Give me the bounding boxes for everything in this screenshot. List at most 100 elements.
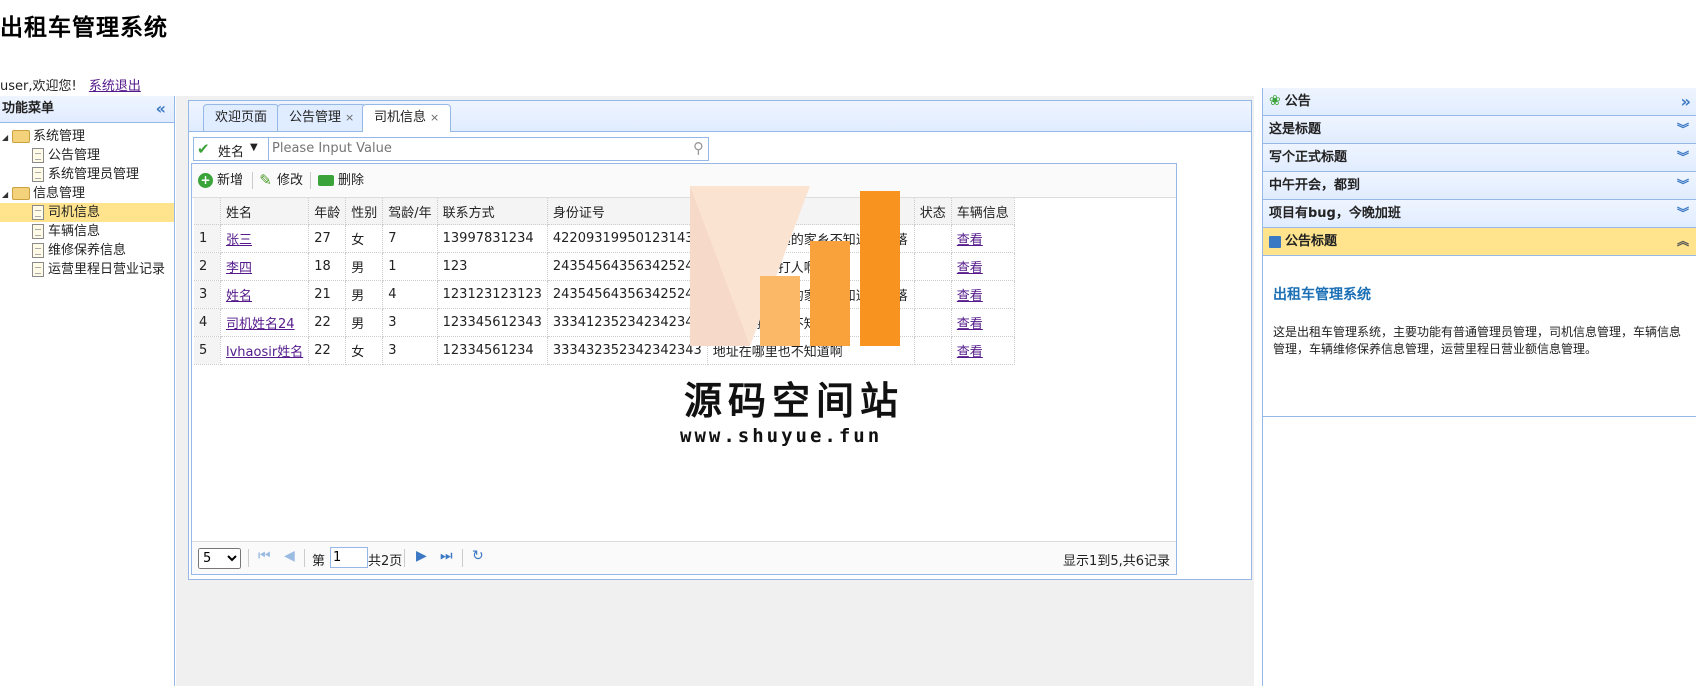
- file-icon: [32, 224, 44, 239]
- expand-icon[interactable]: ︾: [1677, 200, 1689, 227]
- table-header-row: 姓名 年龄 性别 驾龄/年 联系方式 身份证号 详细住址 状态 车辆信息: [194, 198, 1015, 225]
- search-box: ✔ 姓名 ▼ ⚲: [193, 137, 709, 161]
- app-title: 出租车管理系统: [0, 15, 168, 41]
- col-gender[interactable]: 性别: [345, 198, 384, 225]
- folder-icon: [12, 130, 30, 143]
- delete-button[interactable]: 删除: [318, 164, 364, 197]
- expand-icon[interactable]: ︾: [1677, 144, 1689, 171]
- menu-item-maintenance[interactable]: 维修保养信息: [0, 241, 174, 260]
- prev-page-icon[interactable]: ◀: [284, 548, 295, 564]
- file-icon: [32, 262, 44, 277]
- delete-icon: [318, 175, 334, 186]
- add-icon: +: [198, 173, 213, 188]
- page-prefix: 第: [312, 554, 326, 569]
- page-number-input[interactable]: [330, 547, 368, 568]
- table-row[interactable]: 1 张三 27 女 7 13997831234 4220931995012314…: [194, 224, 1015, 253]
- expanded-triangle-icon[interactable]: ◢: [2, 185, 12, 204]
- edit-button[interactable]: ✎ 修改: [258, 164, 303, 197]
- file-icon: [32, 148, 44, 163]
- data-table: 姓名 年龄 性别 驾龄/年 联系方式 身份证号 详细住址 状态 车辆信息 1 张: [194, 198, 1015, 365]
- view-vehicle-link[interactable]: 查看: [957, 345, 983, 360]
- col-years[interactable]: 驾龄/年: [382, 198, 438, 225]
- view-vehicle-link[interactable]: 查看: [957, 233, 983, 248]
- notice-content: 出租车管理系统 这是出租车管理系统，主要功能有普通管理员管理，司机信息管理，车辆…: [1263, 256, 1696, 417]
- menu-tree: ◢ 系统管理 公告管理 系统管理员管理 ◢ 信息管理 司机信息 车辆信息 维修保养信…: [0, 123, 174, 279]
- table-row[interactable]: 2 李四 18 男 1 123 243545643563425242 就很难受的…: [194, 252, 1015, 281]
- col-status[interactable]: 状态: [914, 198, 952, 225]
- collapse-left-icon[interactable]: «: [156, 96, 166, 122]
- tabs-container: 欢迎页面 公告管理× 司机信息× ✔ 姓名 ▼ ⚲ +新增 ✎修改 删除: [188, 100, 1252, 580]
- col-name[interactable]: 姓名: [220, 198, 310, 225]
- driver-datagrid: + 新增 ✎ 修改 删除 姓名 年龄 性别 驾龄/年 联系方式 身份证号 详细住…: [191, 163, 1177, 575]
- driver-name-link[interactable]: 张三: [226, 233, 252, 248]
- first-page-icon[interactable]: ⏮: [258, 548, 271, 564]
- page-size-select[interactable]: 5: [198, 548, 241, 569]
- watermark-url: www.shuyue.fun: [680, 425, 883, 447]
- next-page-icon[interactable]: ▶: [416, 548, 427, 564]
- search-icon[interactable]: ⚲: [693, 139, 704, 157]
- tabs-bar: 欢迎页面 公告管理 × 司机信息 ×: [189, 101, 1251, 132]
- col-age[interactable]: 年龄: [308, 198, 347, 225]
- close-icon[interactable]: ×: [345, 111, 354, 124]
- notice-panel: ❀ 公告 » 这是标题 ︾ 写个正式标题 ︾ 中午开会，都到 ︾ 项目有bug，今晚加班…: [1262, 88, 1696, 686]
- menu-item-vehicle[interactable]: 车辆信息: [0, 222, 174, 241]
- pencil-icon: ✎: [259, 171, 272, 189]
- close-icon[interactable]: ×: [430, 111, 439, 124]
- col-vehicle[interactable]: 车辆信息: [951, 198, 1015, 225]
- user-bar: user,欢迎您! 系统退出: [0, 75, 141, 94]
- view-vehicle-link[interactable]: 查看: [957, 261, 983, 276]
- add-button[interactable]: + 新增: [198, 164, 243, 197]
- file-icon: [32, 243, 44, 258]
- last-page-icon[interactable]: ⏭: [440, 548, 453, 564]
- notice-item[interactable]: 写个正式标题 ︾: [1263, 144, 1696, 172]
- function-menu: 功能菜单 « ◢ 系统管理 公告管理 系统管理员管理 ◢ 信息管理 司机信息 车辆信…: [0, 96, 175, 686]
- search-input[interactable]: [272, 139, 672, 157]
- driver-name-link[interactable]: lvhaosir姓名: [226, 345, 303, 360]
- notice-icon: ❀: [1269, 93, 1281, 109]
- menu-item-mileage[interactable]: 运营里程日营业记录: [0, 260, 174, 279]
- search-field-select[interactable]: 姓名: [218, 141, 244, 160]
- table-row[interactable]: 5 lvhaosir姓名 22 女 3 12334561234 33343235…: [194, 336, 1015, 365]
- driver-name-link[interactable]: 姓名: [226, 289, 252, 304]
- view-vehicle-link[interactable]: 查看: [957, 289, 983, 304]
- menu-title: 功能菜单: [2, 101, 55, 116]
- menu-item-admin[interactable]: 系统管理员管理: [0, 165, 174, 184]
- notice-item[interactable]: 这是标题 ︾: [1263, 116, 1696, 144]
- col-id[interactable]: 身份证号: [547, 198, 708, 225]
- menu-group-info[interactable]: ◢ 信息管理: [0, 184, 174, 203]
- collapse-right-icon[interactable]: »: [1681, 88, 1691, 115]
- tab-welcome[interactable]: 欢迎页面: [203, 104, 280, 131]
- folder-icon: [12, 187, 30, 200]
- expand-icon[interactable]: ︾: [1677, 116, 1689, 143]
- tab-driver[interactable]: 司机信息 ×: [362, 104, 452, 132]
- expanded-triangle-icon[interactable]: ◢: [2, 128, 12, 147]
- file-icon: [32, 167, 44, 182]
- logout-link[interactable]: 系统退出: [89, 79, 141, 94]
- notice-item-open[interactable]: 公告标题 ︽: [1263, 228, 1696, 256]
- notice-item[interactable]: 中午开会，都到 ︾: [1263, 172, 1696, 200]
- notice-item[interactable]: 项目有bug，今晚加班 ︾: [1263, 200, 1696, 228]
- table-row[interactable]: 4 司机姓名24 22 男 3 123345612343 33341235234…: [194, 308, 1015, 337]
- menu-item-notice[interactable]: 公告管理: [0, 146, 174, 165]
- col-address[interactable]: 详细住址: [707, 198, 915, 225]
- tab-notice[interactable]: 公告管理 ×: [277, 104, 367, 131]
- collapse-icon[interactable]: ︽: [1677, 228, 1689, 255]
- chevron-down-icon[interactable]: ▼: [250, 142, 258, 153]
- record-info: 显示1到5,共6记录: [1063, 554, 1170, 569]
- menu-group-system[interactable]: ◢ 系统管理: [0, 127, 174, 146]
- view-vehicle-link[interactable]: 查看: [957, 317, 983, 332]
- table-row[interactable]: 3 姓名 21 男 4 123123123123 243545643563425…: [194, 280, 1015, 309]
- col-rownum: [194, 198, 221, 225]
- pagination-bar: 5 ⏮ ◀ 第 共2页 ▶ ⏭ ↻ 显示1到5,共6记录: [192, 541, 1176, 574]
- watermark-text: 源码空间站: [684, 379, 905, 423]
- save-icon: [1269, 235, 1281, 248]
- driver-name-link[interactable]: 李四: [226, 261, 252, 276]
- notice-header: ❀ 公告 »: [1263, 88, 1696, 116]
- expand-icon[interactable]: ︾: [1677, 172, 1689, 199]
- driver-name-link[interactable]: 司机姓名24: [226, 317, 295, 332]
- col-phone[interactable]: 联系方式: [437, 198, 548, 225]
- total-pages: 共2页: [368, 554, 403, 569]
- menu-item-driver[interactable]: 司机信息: [0, 203, 174, 222]
- check-icon: ✔: [197, 140, 210, 158]
- refresh-icon[interactable]: ↻: [472, 548, 484, 564]
